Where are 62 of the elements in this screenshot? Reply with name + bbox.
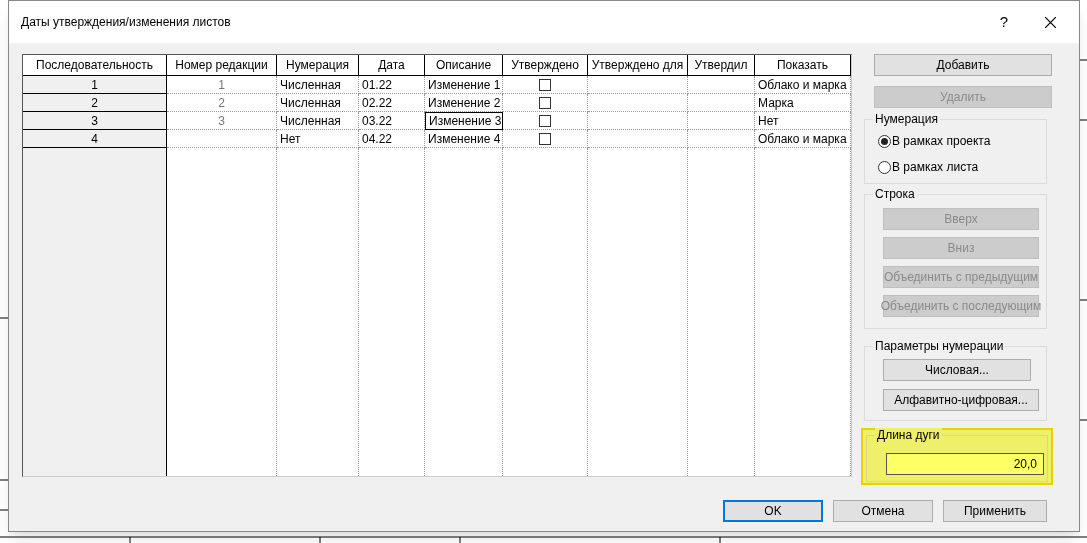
table-cell: Изменение 3: [425, 112, 503, 130]
button[interactable]: Добавить: [874, 54, 1052, 76]
row-header[interactable]: 4: [23, 130, 167, 148]
radio-button[interactable]: [878, 134, 891, 148]
table-cell: Численная: [277, 94, 359, 112]
radio-label[interactable]: В рамках листа: [892, 158, 979, 176]
help-button[interactable]: ?: [981, 7, 1027, 37]
table-cell: 04.22: [359, 130, 425, 148]
row-header[interactable]: 2: [23, 94, 167, 112]
table-cell: Изменение 2: [425, 94, 503, 112]
group-label: Строка: [873, 187, 917, 201]
column-header[interactable]: Номер редакции: [167, 55, 277, 75]
table-cell: 02.22: [359, 94, 425, 112]
column-header[interactable]: Последовательность: [23, 55, 167, 75]
checkbox[interactable]: [539, 114, 551, 127]
table-cell: Нет: [277, 130, 359, 148]
table-cell: 3: [167, 112, 277, 130]
table-cell: Облако и марка: [755, 130, 851, 148]
table-cell: 03.22: [359, 112, 425, 130]
close-icon: [1044, 16, 1056, 28]
button[interactable]: Числовая...: [883, 359, 1031, 381]
table-cell: Нет: [755, 112, 851, 130]
table-cell: Численная: [277, 76, 359, 94]
table-cell: Изменение 4: [425, 130, 503, 148]
empty-cell[interactable]: [588, 112, 688, 130]
window-title: Даты утверждения/изменения листов: [21, 14, 231, 31]
button[interactable]: Отмена: [833, 500, 933, 522]
column-header[interactable]: Дата: [359, 55, 425, 75]
group-label: Нумерация: [873, 112, 940, 126]
radio-button[interactable]: [878, 160, 891, 174]
table-cell: Изменение 1: [425, 76, 503, 94]
radio-label[interactable]: В рамках проекта: [892, 132, 991, 150]
column-header[interactable]: Утверждено: [503, 55, 588, 75]
column-header[interactable]: Утвердил: [688, 55, 755, 75]
group-label: Длина дуги: [875, 428, 942, 442]
table-cell: Облако и марка: [755, 76, 851, 94]
checkbox[interactable]: [539, 132, 551, 145]
checkbox[interactable]: [539, 96, 551, 109]
column-header[interactable]: Нумерация: [277, 55, 359, 75]
empty-cell[interactable]: [688, 76, 755, 94]
table-cell: 1: [167, 76, 277, 94]
arc-length-field[interactable]: 20,0: [886, 453, 1044, 475]
table-cell: Численная: [277, 112, 359, 130]
table-cell: Марка: [755, 94, 851, 112]
table-cell: 2: [167, 94, 277, 112]
empty-cell[interactable]: [688, 130, 755, 148]
empty-cell[interactable]: [588, 76, 688, 94]
table-cell: 01.22: [359, 76, 425, 94]
group-label: Параметры нумерации: [873, 339, 1006, 353]
column-header[interactable]: Показать: [755, 55, 851, 75]
row-header[interactable]: 3: [23, 112, 167, 130]
row-header[interactable]: 1: [23, 76, 167, 94]
button[interactable]: Алфавитно-цифровая...: [883, 389, 1039, 411]
empty-cell[interactable]: [688, 112, 755, 130]
button[interactable]: OK: [723, 500, 823, 522]
empty-cell[interactable]: [588, 130, 688, 148]
empty-cell[interactable]: [588, 94, 688, 112]
column-header[interactable]: Утверждено для: [588, 55, 688, 75]
column-header[interactable]: Описание: [425, 55, 503, 75]
empty-cell[interactable]: [688, 94, 755, 112]
checkbox[interactable]: [539, 78, 551, 91]
button[interactable]: Применить: [943, 500, 1047, 522]
